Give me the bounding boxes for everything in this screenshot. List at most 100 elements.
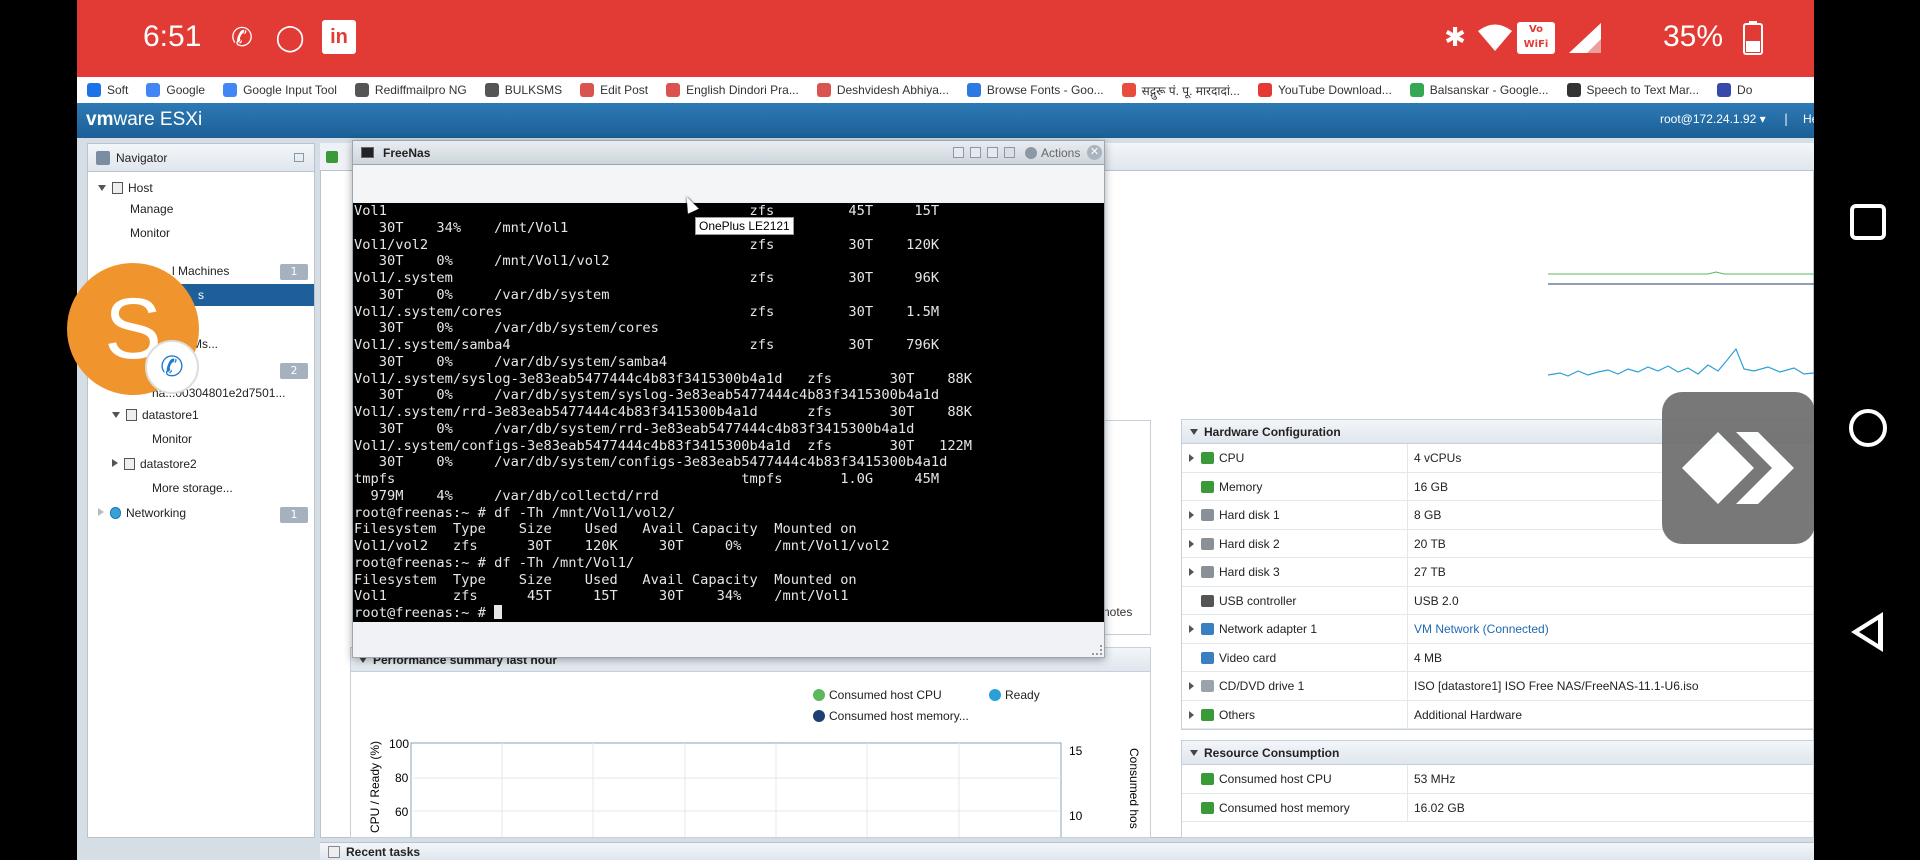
row-value: 16.02 GB <box>1414 800 1465 815</box>
logo-vm: vm <box>86 109 114 130</box>
terminal-prompt: root@freenas:~ # <box>354 605 495 621</box>
hardware-row[interactable]: USB controller USB 2.0 <box>1182 586 1813 615</box>
nav-virtual-machines[interactable]: l Machines <box>172 264 229 278</box>
bookmark-favicon-icon <box>1409 83 1424 97</box>
bookmark-item[interactable]: Deshvidesh Abhiya... <box>816 83 949 97</box>
bookmarks-bar: Soft Google Google Input Tool Rediffmailpro… <box>77 77 1814 103</box>
hard-disk-icon <box>1201 537 1214 550</box>
caret-right-icon[interactable] <box>112 459 118 467</box>
terminal-output: Vol1 zfs 45T 15T 30T 34% /mnt/Vol1 Vol1/… <box>354 203 973 605</box>
vm-icon <box>326 151 338 163</box>
bookmark-item[interactable]: English Dindori Pra... <box>666 83 799 97</box>
bookmark-favicon-icon <box>966 83 981 97</box>
hardware-row[interactable]: Hard disk 3 27 TB <box>1182 558 1813 587</box>
nav-datastore1-monitor[interactable]: Monitor <box>152 432 192 446</box>
bookmark-item[interactable]: Rediffmailpro NG <box>354 83 467 97</box>
user-menu[interactable]: root@172.24.1.92 ▾ <box>1660 112 1766 126</box>
bookmark-item[interactable]: Do <box>1717 83 1752 97</box>
row-name: Hard disk 1 <box>1219 508 1280 522</box>
y-tick-80: 80 <box>395 771 409 785</box>
hardware-row[interactable]: Video card 4 MB <box>1182 643 1813 672</box>
y-right-tick-10: 10 <box>1069 809 1083 823</box>
row-name: Memory <box>1219 479 1263 494</box>
nav-monitor[interactable]: Monitor <box>130 226 170 240</box>
signal-icon <box>1567 18 1603 58</box>
nav-manage[interactable]: Manage <box>130 202 173 216</box>
recent-tasks-bar[interactable]: Recent tasks <box>320 842 1814 860</box>
keyboard-icon[interactable] <box>1004 147 1015 158</box>
fullscreen-icon[interactable] <box>970 147 981 158</box>
caret-right-icon[interactable] <box>98 508 104 516</box>
y-tick-100: 100 <box>389 737 409 751</box>
bookmark-label: सद्गुरू पं. पू. मारदादां... <box>1141 83 1240 98</box>
nav-datastore2-label: datastore2 <box>140 457 197 471</box>
header-separator: | <box>1784 112 1789 126</box>
bookmark-favicon-icon <box>1257 83 1272 97</box>
performance-chart: 100 80 60 15 10 CPU / Ready (%) Consumed… <box>368 737 1141 837</box>
caret-down-icon[interactable] <box>98 185 106 191</box>
resize-handle[interactable] <box>1092 645 1102 655</box>
expand-icon[interactable] <box>1189 511 1194 519</box>
row-name: Hard disk 3 <box>1219 565 1280 579</box>
expand-icon[interactable] <box>1189 710 1194 719</box>
bookmark-item[interactable]: Browse Fonts - Goo... <box>966 83 1104 97</box>
hardware-row[interactable]: CD/DVD drive 1 ISO [datastore1] ISO Free … <box>1182 672 1813 701</box>
ctrl-alt-del-icon[interactable] <box>953 147 964 158</box>
column-divider <box>1407 444 1408 472</box>
floating-app-button[interactable] <box>1662 392 1815 544</box>
phone-call-icon[interactable]: ✆ <box>145 340 199 394</box>
legend-consumed-cpu[interactable]: Consumed host CPU <box>813 688 942 702</box>
nav-more-storage[interactable]: More storage... <box>152 481 233 495</box>
actions-menu[interactable]: Actions <box>1041 146 1080 160</box>
bookmark-item[interactable]: Speech to Text Mar... <box>1566 83 1699 97</box>
bookmark-item[interactable]: YouTube Download... <box>1257 83 1392 97</box>
volte-top: Vo <box>1528 24 1544 35</box>
close-icon[interactable]: ✕ <box>1087 145 1102 160</box>
bookmark-item[interactable]: Edit Post <box>580 83 648 97</box>
cpu-sparkline <box>1548 271 1814 285</box>
remote-desktop-icon <box>1682 432 1794 504</box>
nav-datastore1[interactable]: datastore1 <box>112 408 199 422</box>
expand-icon[interactable] <box>1189 454 1194 462</box>
console-titlebar[interactable]: FreeNas Actions ✕ <box>353 141 1104 165</box>
row-value: 20 TB <box>1414 536 1446 551</box>
home-button[interactable] <box>1849 409 1887 447</box>
resource-consumption-header[interactable]: Resource Consumption <box>1182 741 1813 765</box>
nav-networking[interactable]: Networking <box>98 506 186 520</box>
back-button[interactable] <box>1851 612 1883 652</box>
bookmark-item[interactable]: सद्गुरू पं. पू. मारदादां... <box>1121 82 1240 99</box>
bookmark-item[interactable]: Soft <box>87 83 128 97</box>
bookmark-item[interactable]: Balsanskar - Google... <box>1409 83 1549 97</box>
vms-count-badge: 1 <box>280 264 308 280</box>
legend-ready[interactable]: Ready <box>989 688 1040 702</box>
hardware-row[interactable]: Network adapter 1 VM Network (Connected) <box>1182 615 1813 644</box>
legend-consumed-memory[interactable]: Consumed host memory... <box>813 709 969 723</box>
caret-down-icon[interactable] <box>112 412 120 418</box>
row-value[interactable]: VM Network (Connected) <box>1414 622 1549 636</box>
console-icon <box>361 147 374 158</box>
column-divider <box>1407 529 1408 557</box>
video-card-icon <box>1201 651 1214 664</box>
bookmark-item[interactable]: Google <box>146 83 205 97</box>
bookmark-item[interactable]: BULKSMS <box>484 83 562 97</box>
nav-host[interactable]: Host <box>98 181 153 195</box>
window-icon[interactable] <box>987 147 998 158</box>
expand-icon[interactable] <box>1189 682 1194 690</box>
gear-icon[interactable] <box>1025 147 1037 159</box>
battery-icon <box>1735 18 1771 58</box>
collapse-icon[interactable] <box>294 153 304 162</box>
hardware-row[interactable]: Others Additional Hardware <box>1182 700 1813 729</box>
expand-icon[interactable] <box>1189 568 1194 576</box>
bookmark-item[interactable]: Google Input Tool <box>223 83 337 97</box>
nav-datastore2[interactable]: datastore2 <box>112 457 197 471</box>
hardware-row[interactable]: Consumed host CPU 53 MHz <box>1182 765 1813 794</box>
recent-apps-button[interactable] <box>1850 204 1886 240</box>
hardware-row[interactable]: Consumed host memory 16.02 GB <box>1182 793 1813 822</box>
terminal-screen[interactable]: Vol1 zfs 45T 15T 30T 34% /mnt/Vol1 Vol1/… <box>353 203 1104 622</box>
expand-icon[interactable] <box>1189 625 1194 633</box>
row-name: CD/DVD drive 1 <box>1219 679 1305 693</box>
row-name: Video card <box>1219 650 1277 665</box>
expand-icon[interactable] <box>1189 539 1194 548</box>
bookmark-favicon-icon <box>666 83 681 97</box>
bookmark-favicon-icon <box>354 83 369 97</box>
